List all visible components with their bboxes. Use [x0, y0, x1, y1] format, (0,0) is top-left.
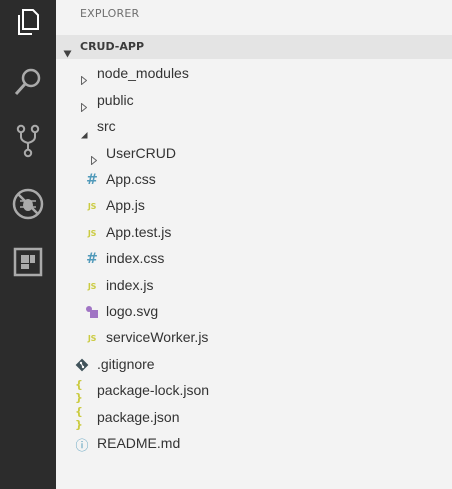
- source-control-icon: [16, 124, 40, 158]
- info-file-icon: ⓘ: [75, 438, 89, 454]
- css-file-icon: #: [86, 251, 98, 267]
- svg-file-icon: [85, 304, 99, 320]
- search-icon: [13, 66, 43, 98]
- tree-item-app-css[interactable]: # App.css: [56, 167, 452, 193]
- tree-item-node-modules[interactable]: node_modules: [56, 61, 452, 87]
- tree-item-app-test-js[interactable]: JS App.test.js: [56, 220, 452, 246]
- tree-item-label: package-lock.json: [97, 382, 210, 398]
- chevron-down-icon: [63, 43, 72, 62]
- source-control-activity-button[interactable]: [0, 121, 56, 161]
- debug-icon: [11, 187, 45, 221]
- tree-item-label: App.test.js: [106, 224, 172, 240]
- explorer-activity-button[interactable]: [0, 2, 56, 42]
- tree-item-label: README.md: [97, 435, 181, 451]
- tree-item-logo-svg[interactable]: logo.svg: [56, 299, 452, 325]
- tree-item-index-css[interactable]: # index.css: [56, 246, 452, 272]
- project-name: CRUD-APP: [80, 40, 145, 53]
- js-file-icon: JS: [87, 281, 97, 291]
- debug-activity-button[interactable]: [0, 184, 56, 224]
- explorer-sidebar: EXPLORER CRUD-APP node_modules public sr…: [56, 0, 452, 489]
- tree-item-package-lock-json[interactable]: { } package-lock.json: [56, 378, 452, 404]
- tree-item-label: index.css: [106, 250, 165, 266]
- tree-item-gitignore[interactable]: .gitignore: [56, 352, 452, 378]
- extensions-icon: [13, 247, 43, 277]
- tree-item-label: App.css: [106, 171, 156, 187]
- chevron-right-icon: [81, 70, 88, 89]
- explorer-title: EXPLORER: [80, 7, 140, 20]
- tree-item-usercrud[interactable]: UserCRUD: [56, 141, 452, 167]
- extensions-activity-button[interactable]: [0, 242, 56, 282]
- js-file-icon: JS: [87, 201, 97, 211]
- js-file-icon: JS: [87, 228, 97, 238]
- tree-item-label: App.js: [106, 197, 145, 213]
- tree-item-src[interactable]: src: [56, 114, 452, 140]
- tree-item-label: public: [97, 92, 134, 108]
- tree-item-label: node_modules: [97, 65, 189, 81]
- tree-item-label: index.js: [106, 277, 154, 293]
- tree-item-label: .gitignore: [97, 356, 155, 372]
- json-file-icon: { }: [75, 405, 83, 431]
- js-file-icon: JS: [87, 333, 97, 343]
- search-activity-button[interactable]: [0, 62, 56, 102]
- css-file-icon: #: [86, 172, 98, 188]
- json-file-icon: { }: [75, 378, 83, 404]
- tree-item-label: serviceWorker.js: [106, 329, 209, 345]
- git-file-icon: [75, 357, 89, 373]
- tree-item-app-js[interactable]: JS App.js: [56, 193, 452, 219]
- tree-item-label: package.json: [97, 409, 180, 425]
- files-icon: [16, 8, 40, 36]
- tree-item-readme-md[interactable]: ⓘ README.md: [56, 431, 452, 457]
- tree-item-public[interactable]: public: [56, 88, 452, 114]
- activity-bar: [0, 0, 56, 489]
- tree-item-index-js[interactable]: JS index.js: [56, 273, 452, 299]
- tree-item-label: logo.svg: [106, 303, 159, 319]
- tree-item-label: src: [97, 118, 116, 134]
- project-section-header[interactable]: CRUD-APP: [56, 35, 452, 59]
- tree-item-serviceworker-js[interactable]: JS serviceWorker.js: [56, 325, 452, 351]
- tree-item-package-json[interactable]: { } package.json: [56, 405, 452, 431]
- tree-item-label: UserCRUD: [106, 145, 176, 161]
